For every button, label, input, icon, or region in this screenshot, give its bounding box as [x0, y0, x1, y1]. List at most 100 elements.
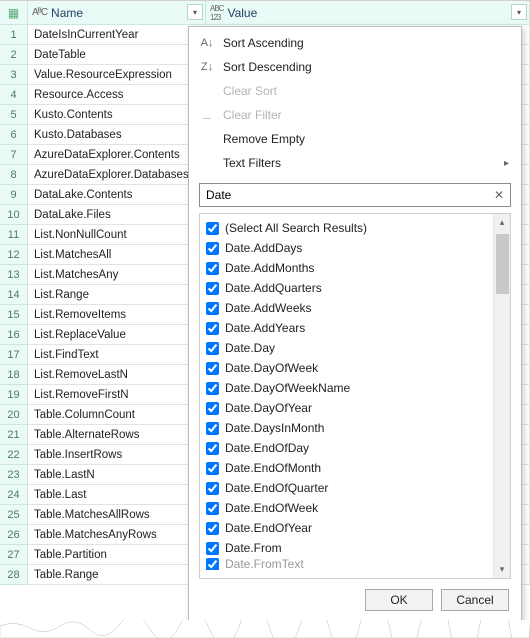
- cell-name[interactable]: DataLake.Contents: [28, 185, 206, 205]
- filter-checkbox[interactable]: [206, 482, 219, 495]
- column-header-name[interactable]: AᴮC Name ▾: [28, 1, 206, 25]
- filter-item[interactable]: Date.AddQuarters: [200, 278, 493, 298]
- cell-name[interactable]: Table.Last: [28, 485, 206, 505]
- cell-name[interactable]: Table.Partition: [28, 545, 206, 565]
- cell-name[interactable]: Table.MatchesAnyRows: [28, 525, 206, 545]
- cell-name[interactable]: AzureDataExplorer.Databases: [28, 165, 206, 185]
- cell-name[interactable]: Table.AlternateRows: [28, 425, 206, 445]
- scrollbar[interactable]: ▴ ▾: [493, 214, 510, 578]
- row-index[interactable]: 13: [0, 265, 28, 285]
- row-index[interactable]: 28: [0, 565, 28, 585]
- cell-name[interactable]: Table.LastN: [28, 465, 206, 485]
- clear-search-icon[interactable]: ✕: [491, 187, 507, 203]
- row-index[interactable]: 4: [0, 85, 28, 105]
- row-index[interactable]: 5: [0, 105, 28, 125]
- row-index[interactable]: 25: [0, 505, 28, 525]
- filter-checkbox[interactable]: [206, 462, 219, 475]
- row-index[interactable]: 15: [0, 305, 28, 325]
- cell-name[interactable]: Table.MatchesAllRows: [28, 505, 206, 525]
- cell-name[interactable]: List.Range: [28, 285, 206, 305]
- row-index[interactable]: 6: [0, 125, 28, 145]
- filter-checkbox[interactable]: [206, 422, 219, 435]
- cell-name[interactable]: Table.ColumnCount: [28, 405, 206, 425]
- filter-checkbox[interactable]: [206, 382, 219, 395]
- filter-checkbox[interactable]: [206, 282, 219, 295]
- filter-item[interactable]: Date.AddWeeks: [200, 298, 493, 318]
- column-header-value[interactable]: ABC 123 Value ▾: [206, 1, 530, 25]
- filter-checkbox[interactable]: [206, 558, 219, 570]
- row-index[interactable]: 11: [0, 225, 28, 245]
- row-index[interactable]: 26: [0, 525, 28, 545]
- cell-name[interactable]: List.RemoveItems: [28, 305, 206, 325]
- row-index[interactable]: 9: [0, 185, 28, 205]
- cell-name[interactable]: Table.InsertRows: [28, 445, 206, 465]
- filter-search-input[interactable]: [199, 183, 511, 207]
- cell-name[interactable]: List.RemoveFirstN: [28, 385, 206, 405]
- row-index[interactable]: 3: [0, 65, 28, 85]
- cell-name[interactable]: List.MatchesAny: [28, 265, 206, 285]
- filter-item[interactable]: Date.EndOfYear: [200, 518, 493, 538]
- scroll-down-icon[interactable]: ▾: [494, 561, 510, 578]
- row-index[interactable]: 27: [0, 545, 28, 565]
- row-index[interactable]: 2: [0, 45, 28, 65]
- column-value-dropdown[interactable]: ▾: [511, 4, 527, 20]
- menu-sort-descending[interactable]: Z↓ Sort Descending: [189, 55, 521, 79]
- cell-name[interactable]: List.ReplaceValue: [28, 325, 206, 345]
- filter-checkbox[interactable]: [206, 322, 219, 335]
- row-index[interactable]: 16: [0, 325, 28, 345]
- filter-item[interactable]: Date.DayOfYear: [200, 398, 493, 418]
- cell-name[interactable]: Kusto.Contents: [28, 105, 206, 125]
- menu-sort-ascending[interactable]: A↓ Sort Ascending: [189, 31, 521, 55]
- filter-checkbox[interactable]: [206, 522, 219, 535]
- row-index[interactable]: 24: [0, 485, 28, 505]
- menu-remove-empty[interactable]: Remove Empty: [189, 127, 521, 151]
- filter-item[interactable]: Date.AddDays: [200, 238, 493, 258]
- filter-item[interactable]: Date.EndOfMonth: [200, 458, 493, 478]
- cell-name[interactable]: List.NonNullCount: [28, 225, 206, 245]
- cell-name[interactable]: DateIsInCurrentYear: [28, 25, 206, 45]
- menu-text-filters[interactable]: Text Filters ▸: [189, 151, 521, 175]
- cell-name[interactable]: Value.ResourceExpression: [28, 65, 206, 85]
- filter-checkbox[interactable]: [206, 502, 219, 515]
- cell-name[interactable]: DataLake.Files: [28, 205, 206, 225]
- cell-name[interactable]: AzureDataExplorer.Contents: [28, 145, 206, 165]
- filter-item[interactable]: Date.EndOfQuarter: [200, 478, 493, 498]
- scroll-up-icon[interactable]: ▴: [494, 214, 510, 231]
- filter-item[interactable]: Date.DayOfWeekName: [200, 378, 493, 398]
- row-index[interactable]: 8: [0, 165, 28, 185]
- filter-item[interactable]: Date.AddYears: [200, 318, 493, 338]
- row-index[interactable]: 14: [0, 285, 28, 305]
- cell-name[interactable]: List.FindText: [28, 345, 206, 365]
- column-name-dropdown[interactable]: ▾: [187, 4, 203, 20]
- row-index[interactable]: 1: [0, 25, 28, 45]
- scroll-thumb[interactable]: [496, 234, 509, 294]
- cell-name[interactable]: List.RemoveLastN: [28, 365, 206, 385]
- filter-checkbox[interactable]: [206, 402, 219, 415]
- filter-item[interactable]: Date.EndOfDay: [200, 438, 493, 458]
- filter-checkbox[interactable]: [206, 342, 219, 355]
- row-index[interactable]: 19: [0, 385, 28, 405]
- filter-checkbox[interactable]: [206, 222, 219, 235]
- row-index[interactable]: 18: [0, 365, 28, 385]
- filter-checkbox[interactable]: [206, 262, 219, 275]
- cell-name[interactable]: List.MatchesAll: [28, 245, 206, 265]
- cancel-button[interactable]: Cancel: [441, 589, 509, 611]
- row-index[interactable]: 21: [0, 425, 28, 445]
- cell-name[interactable]: DateTable: [28, 45, 206, 65]
- filter-checkbox[interactable]: [206, 542, 219, 555]
- row-index[interactable]: 7: [0, 145, 28, 165]
- row-index[interactable]: 23: [0, 465, 28, 485]
- cell-name[interactable]: Kusto.Databases: [28, 125, 206, 145]
- filter-checkbox[interactable]: [206, 362, 219, 375]
- filter-item[interactable]: Date.Day: [200, 338, 493, 358]
- cell-name[interactable]: Resource.Access: [28, 85, 206, 105]
- filter-checkbox[interactable]: [206, 442, 219, 455]
- filter-item[interactable]: Date.FromText: [200, 558, 493, 570]
- filter-item[interactable]: Date.DaysInMonth: [200, 418, 493, 438]
- row-index[interactable]: 12: [0, 245, 28, 265]
- row-index[interactable]: 22: [0, 445, 28, 465]
- row-index[interactable]: 10: [0, 205, 28, 225]
- filter-item[interactable]: Date.From: [200, 538, 493, 558]
- filter-item[interactable]: Date.DayOfWeek: [200, 358, 493, 378]
- filter-item[interactable]: Date.EndOfWeek: [200, 498, 493, 518]
